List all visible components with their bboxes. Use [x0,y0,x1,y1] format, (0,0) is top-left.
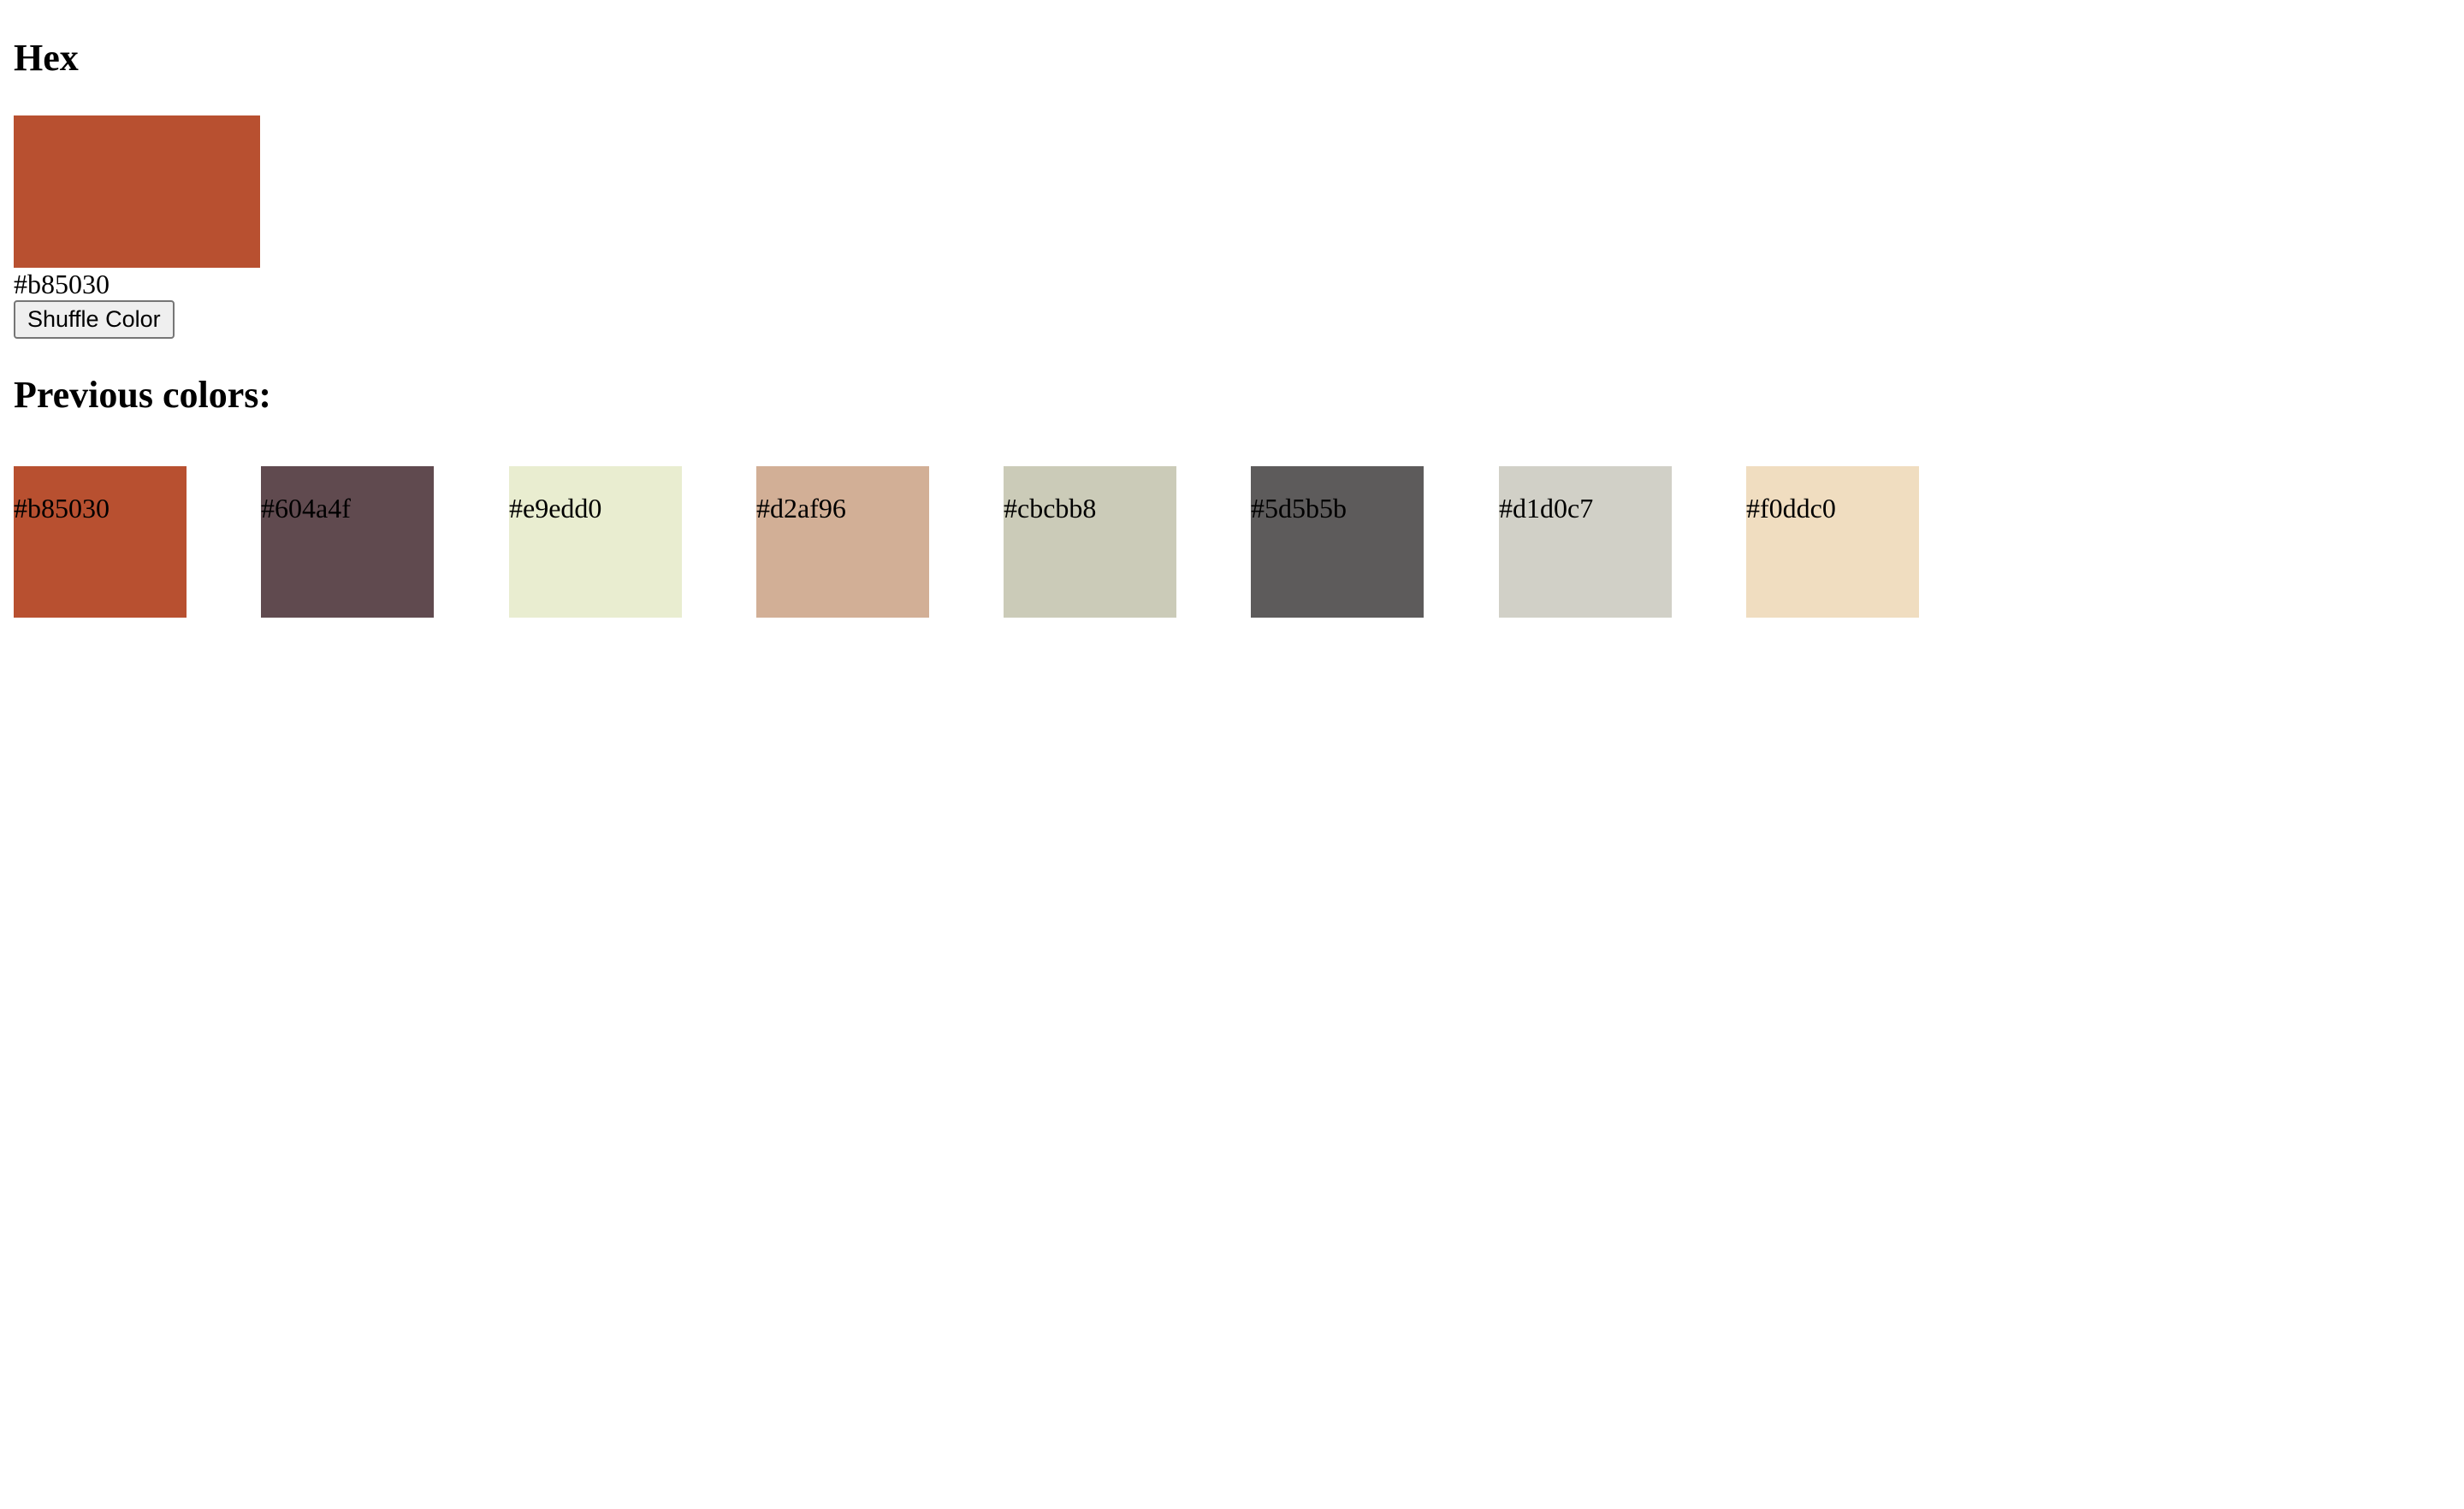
page-title: Hex [14,37,79,79]
previous-color-swatch[interactable]: #cbcbb8 [1004,466,1176,618]
current-color-swatch [14,115,260,268]
previous-color-swatch[interactable]: #b85030 [14,466,187,618]
current-hex-label: #b85030 [14,269,110,299]
previous-color-swatch[interactable]: #d1d0c7 [1499,466,1672,618]
previous-colors-title: Previous colors: [14,374,272,416]
previous-color-swatch[interactable]: #5d5b5b [1251,466,1424,618]
previous-color-swatch[interactable]: #604a4f [261,466,434,618]
previous-color-swatch[interactable]: #f0ddc0 [1746,466,1919,618]
previous-color-swatch[interactable]: #d2af96 [756,466,929,618]
previous-color-swatch[interactable]: #e9edd0 [509,466,682,618]
shuffle-color-button[interactable]: Shuffle Color [14,300,175,339]
